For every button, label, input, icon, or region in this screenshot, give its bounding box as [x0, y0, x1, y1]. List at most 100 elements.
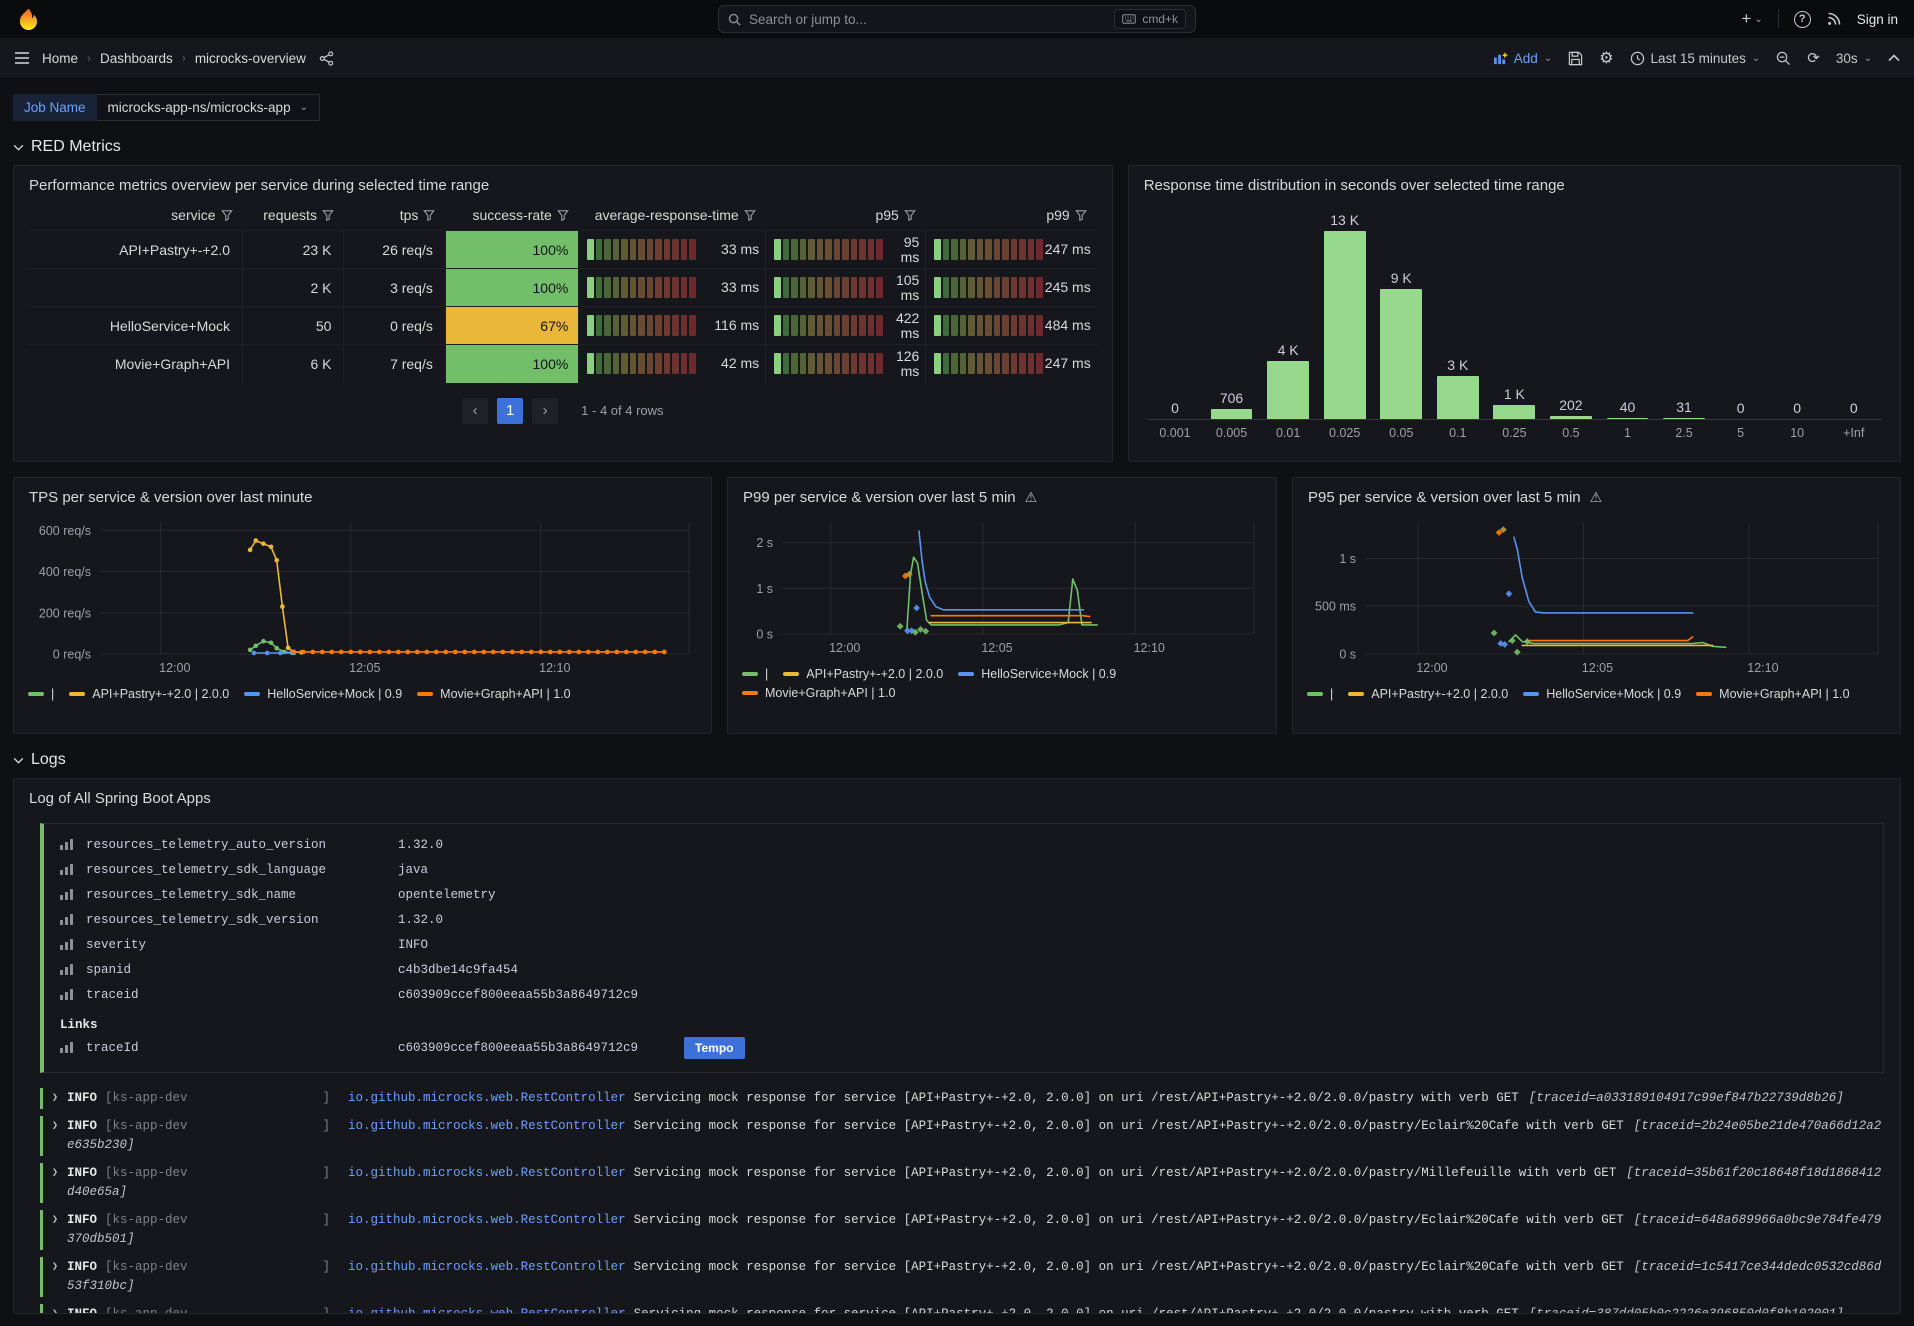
time-range-picker[interactable]: Last 15 minutes⌄ — [1630, 51, 1761, 66]
legend-item[interactable]: Movie+Graph+API | 1.0 — [417, 687, 570, 701]
expand-caret-icon[interactable]: ❯ — [52, 1305, 58, 1314]
filter-funnel-icon[interactable] — [904, 209, 916, 221]
search-bar[interactable]: Search or jump to... cmd+k — [718, 5, 1196, 33]
save-dashboard-icon[interactable] — [1568, 51, 1583, 66]
filter-funnel-icon[interactable] — [1075, 209, 1087, 221]
log-class-link[interactable]: io.github.microcks.web.RestController — [348, 1213, 626, 1227]
table-row[interactable]: Movie+Graph+API6 K7 req/s100%42 ms126 ms… — [29, 345, 1097, 383]
gauge-segment — [960, 239, 967, 260]
legend-item[interactable]: API+Pastry+-+2.0 | 2.0.0 — [69, 687, 229, 701]
column-header-tps[interactable]: tps — [344, 200, 445, 231]
column-header-average-response-time[interactable]: average-response-time — [579, 200, 766, 231]
stats-bars-icon[interactable] — [60, 939, 74, 950]
settings-gear-icon[interactable]: ⚙ — [1599, 48, 1613, 68]
legend-item[interactable]: API+Pastry+-+2.0 | 2.0.0 — [783, 667, 943, 681]
gauge-segment — [655, 353, 662, 374]
legend-item[interactable]: API+Pastry+-+2.0 | 2.0.0 — [1348, 687, 1508, 701]
warning-icon[interactable]: ⚠ — [1590, 489, 1603, 506]
expand-caret-icon[interactable]: ❯ — [52, 1258, 58, 1273]
page-prev-button[interactable]: ‹ — [462, 398, 488, 424]
filter-funnel-icon[interactable] — [322, 209, 334, 221]
table-row[interactable]: API+Pastry+-+2.023 K26 req/s100%33 ms95 … — [29, 231, 1097, 269]
filter-funnel-icon[interactable] — [744, 209, 756, 221]
log-class-link[interactable]: io.github.microcks.web.RestController — [348, 1260, 626, 1274]
stats-bars-icon[interactable] — [60, 989, 74, 1000]
legend-item[interactable]: Movie+Graph+API | 1.0 — [1696, 687, 1849, 701]
axis-tick-label: 0.5 — [1543, 420, 1600, 440]
stats-bars-icon[interactable] — [60, 914, 74, 925]
column-header-requests[interactable]: requests — [243, 200, 344, 231]
expand-caret-icon[interactable]: ❯ — [52, 1089, 58, 1104]
warning-icon[interactable]: ⚠ — [1025, 489, 1038, 506]
stats-bars-icon[interactable] — [60, 839, 74, 850]
stats-bars-icon[interactable] — [60, 889, 74, 900]
collapse-toolbar-icon[interactable] — [1888, 54, 1900, 62]
section-red-metrics[interactable]: RED Metrics — [13, 138, 1901, 156]
legend-swatch — [28, 692, 44, 697]
log-row[interactable]: ❯INFO[ks-app-dev]io.github.microcks.web.… — [40, 1088, 1884, 1109]
logs-panel: Log of All Spring Boot Apps resources_te… — [13, 778, 1901, 1314]
column-header-p95[interactable]: p95 — [766, 200, 926, 231]
stats-bars-icon[interactable] — [60, 1042, 74, 1053]
log-class-link[interactable]: io.github.microcks.web.RestController — [348, 1091, 626, 1105]
stats-bars-icon[interactable] — [60, 864, 74, 875]
job-name-select[interactable]: microcks-app-ns/microcks-app⌄ — [97, 94, 320, 121]
legend-item[interactable]: HelloService+Mock | 0.9 — [1523, 687, 1681, 701]
legend-item[interactable]: HelloService+Mock | 0.9 — [244, 687, 402, 701]
log-row[interactable]: ❯INFO[ks-app-dev]io.github.microcks.web.… — [40, 1116, 1884, 1156]
section-logs[interactable]: Logs — [13, 751, 1901, 769]
expand-caret-icon[interactable]: ❯ — [52, 1211, 58, 1226]
menu-icon[interactable] — [14, 51, 30, 65]
stats-bars-icon[interactable] — [60, 964, 74, 975]
share-icon[interactable] — [319, 51, 334, 66]
breadcrumb-home[interactable]: Home — [42, 51, 78, 66]
log-row[interactable]: ❯INFO[ks-app-dev]io.github.microcks.web.… — [40, 1304, 1884, 1314]
cell-tps: 26 req/s — [344, 231, 445, 269]
gauge-segment — [604, 353, 611, 374]
breadcrumb-current[interactable]: microcks-overview — [195, 51, 306, 66]
legend-item[interactable]: HelloService+Mock | 0.9 — [958, 667, 1116, 681]
expand-caret-icon[interactable]: ❯ — [52, 1117, 58, 1132]
grafana-logo[interactable] — [16, 7, 41, 32]
column-header-service[interactable]: service — [29, 200, 243, 231]
filter-funnel-icon[interactable] — [423, 209, 435, 221]
expand-caret-icon[interactable]: ❯ — [52, 1164, 58, 1179]
legend-item[interactable]: | — [742, 667, 768, 681]
chevron-down-icon — [13, 757, 24, 764]
log-class-link[interactable]: io.github.microcks.web.RestController — [348, 1166, 626, 1180]
filter-funnel-icon[interactable] — [557, 209, 569, 221]
filter-funnel-icon[interactable] — [221, 209, 233, 221]
breadcrumb-dashboards[interactable]: Dashboards — [100, 51, 173, 66]
log-row[interactable]: ❯INFO[ks-app-dev]io.github.microcks.web.… — [40, 1257, 1884, 1297]
zoom-out-icon[interactable] — [1776, 51, 1791, 66]
log-row[interactable]: ❯INFO[ks-app-dev]io.github.microcks.web.… — [40, 1163, 1884, 1203]
legend-item[interactable]: | — [1307, 687, 1333, 701]
log-row[interactable]: ❯INFO[ks-app-dev]io.github.microcks.web.… — [40, 1210, 1884, 1250]
refresh-interval-picker[interactable]: 30s⌄ — [1836, 51, 1872, 66]
column-header-success-rate[interactable]: success-rate — [445, 200, 578, 231]
clock-icon — [1630, 51, 1645, 66]
help-icon[interactable]: ? — [1794, 11, 1811, 28]
legend-item[interactable]: Movie+Graph+API | 1.0 — [742, 686, 895, 700]
tempo-link-button[interactable]: Tempo — [684, 1037, 744, 1059]
log-class-link[interactable]: io.github.microcks.web.RestController — [348, 1307, 626, 1314]
log-source: [ks-app-dev] — [105, 1211, 330, 1230]
table-row[interactable]: 2 K3 req/s100%33 ms105 ms245 ms — [29, 269, 1097, 307]
axis-tick-label: 1 — [1599, 420, 1656, 440]
p95-chart: 0 s500 ms1 s12:0012:0512:10 — [1297, 512, 1892, 680]
log-class-link[interactable]: io.github.microcks.web.RestController — [348, 1119, 626, 1133]
field-value: c603909ccef800eeaa55b3a8649712c9 — [398, 988, 638, 1002]
table-row[interactable]: HelloService+Mock500 req/s67%116 ms422 m… — [29, 307, 1097, 345]
legend-item[interactable]: | — [28, 687, 54, 701]
news-icon[interactable] — [1826, 11, 1842, 27]
new-menu-button[interactable]: +⌄ — [1741, 9, 1762, 29]
column-header-p99[interactable]: p99 — [926, 200, 1097, 231]
sign-in-button[interactable]: Sign in — [1857, 12, 1898, 27]
page-1-button[interactable]: 1 — [497, 398, 523, 424]
refresh-icon[interactable]: ⟳ — [1807, 49, 1820, 67]
lcd-gauge — [587, 315, 696, 336]
gauge-segment — [621, 353, 628, 374]
lcd-gauge-cell: 484 ms — [926, 315, 1096, 336]
add-panel-button[interactable]: Add⌄ — [1493, 51, 1552, 66]
page-next-button[interactable]: › — [532, 398, 558, 424]
